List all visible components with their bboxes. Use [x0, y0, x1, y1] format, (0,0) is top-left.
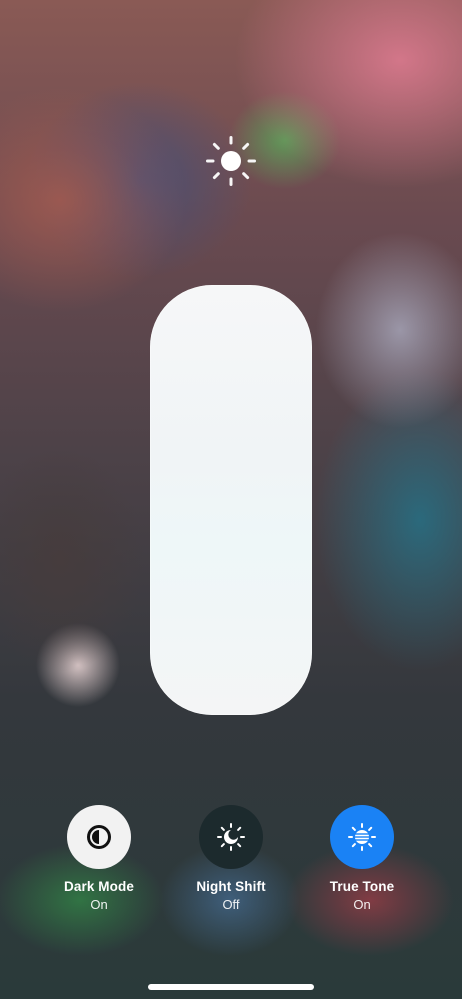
- night-shift-control: Night Shift Off: [171, 805, 291, 912]
- dark-mode-icon: [87, 825, 111, 849]
- true-tone-button[interactable]: [330, 805, 394, 869]
- display-controls-row: Dark Mode On Night Shift Off True Tone O…: [0, 805, 462, 925]
- night-shift-button[interactable]: [199, 805, 263, 869]
- night-shift-icon: [217, 823, 245, 851]
- dark-mode-control: Dark Mode On: [39, 805, 159, 912]
- brightness-slider[interactable]: [150, 285, 312, 715]
- brightness-sun-icon: [206, 136, 256, 186]
- home-indicator[interactable]: [148, 984, 314, 990]
- true-tone-control: True Tone On: [302, 805, 422, 912]
- night-shift-label: Night Shift: [196, 879, 266, 894]
- dark-mode-label: Dark Mode: [64, 879, 134, 894]
- true-tone-state: On: [353, 897, 371, 912]
- dark-mode-button[interactable]: [67, 805, 131, 869]
- night-shift-state: Off: [222, 897, 240, 912]
- brightness-slider-fill: [150, 285, 312, 715]
- true-tone-icon: [348, 823, 376, 851]
- control-center-brightness-screen: Dark Mode On Night Shift Off True Tone O…: [0, 0, 462, 999]
- true-tone-label: True Tone: [329, 879, 395, 894]
- dark-mode-state: On: [90, 897, 108, 912]
